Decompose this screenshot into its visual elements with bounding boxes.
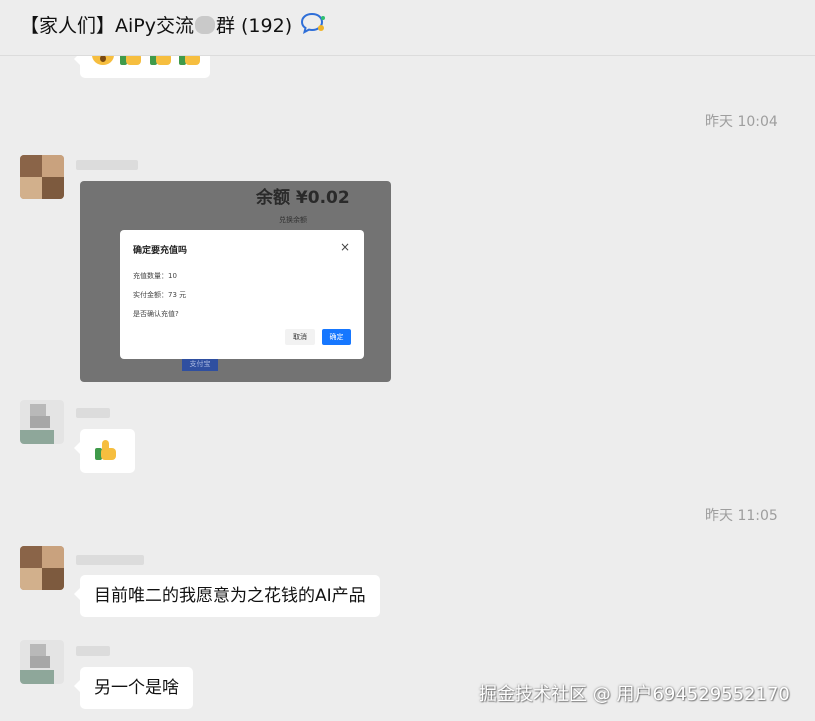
sender-name-blurred [76, 408, 110, 418]
watermark: 掘金技术社区 @ 用户694529552170 [479, 684, 790, 705]
chat-bubble-ai-icon[interactable] [300, 11, 326, 35]
chat-title-main: 【家人们】AiPy交流 [20, 15, 194, 37]
sender-name-blurred [76, 555, 144, 565]
background-pay-button: 支付宝 [182, 357, 218, 371]
close-icon: × [339, 240, 350, 254]
message-text: 目前唯二的我愿意为之花钱的AI产品 [94, 586, 366, 606]
message-text: 另一个是啥 [94, 678, 179, 698]
image-message[interactable]: 余额 ¥0.02 兑换余额 支付宝 确定要充值吗 × 充值数量：10 实付金额：… [80, 181, 391, 382]
avatar[interactable] [20, 546, 64, 590]
confirm-dialog: 确定要充值吗 × 充值数量：10 实付金额：73 元 是否确认充值? 取消 确定 [120, 230, 364, 359]
chat-title-overlay: 【家人们】AiPy交流群 (192) [20, 11, 292, 38]
balance-subtitle: 兑换余额 [279, 216, 307, 224]
avatar[interactable] [20, 400, 64, 444]
thumbs-up-message-bubble[interactable]: 👍 [74, 429, 135, 473]
cancel-button: 取消 [285, 329, 315, 345]
sender-name-blurred [76, 646, 110, 656]
avatar[interactable] [20, 640, 64, 684]
chat-title-count: 群 (192) [215, 15, 293, 37]
title-blurred-char [194, 16, 215, 34]
confirm-button: 确定 [322, 329, 351, 345]
balance-text: 余额 ¥0.02 [256, 188, 350, 208]
dialog-title: 确定要充值吗 [133, 246, 188, 256]
text-message-bubble[interactable]: 另一个是啥 [74, 667, 193, 709]
dialog-question: 是否确认充值? [133, 310, 179, 318]
thumbs-up-icon [94, 439, 118, 461]
text-message-bubble[interactable]: 目前唯二的我愿意为之花钱的AI产品 [74, 575, 380, 617]
sender-name-blurred [76, 160, 138, 170]
dialog-quantity: 充值数量：10 [133, 272, 177, 280]
avatar[interactable] [20, 155, 64, 199]
message-timestamp: 昨天 10:04 [705, 114, 778, 130]
dialog-amount: 实付金额：73 元 [133, 291, 187, 299]
message-timestamp: 昨天 11:05 [705, 508, 778, 524]
